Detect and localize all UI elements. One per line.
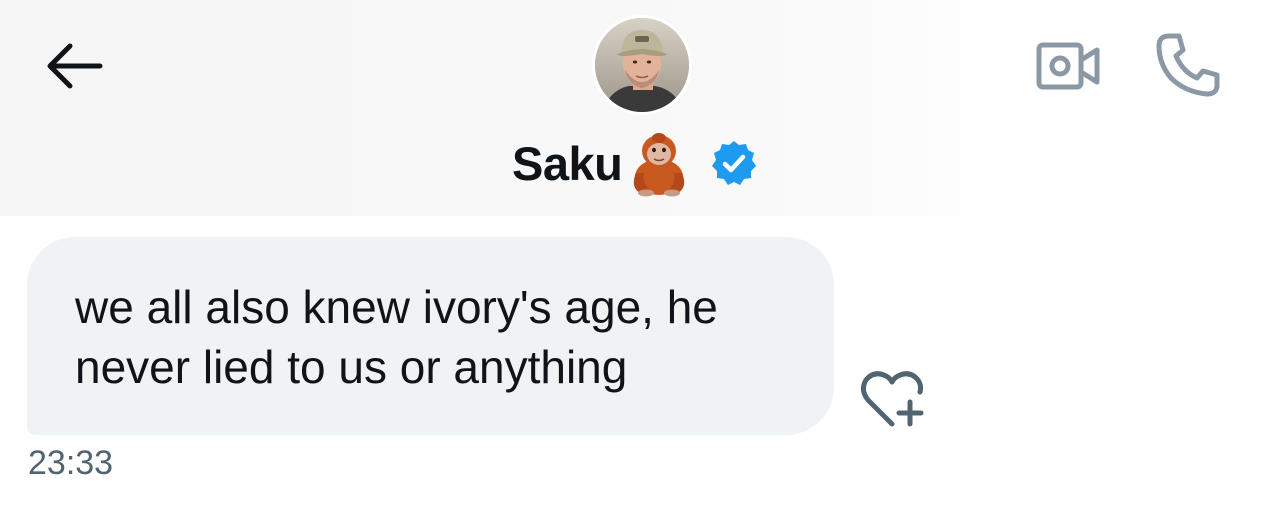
dm-conversation-screen: Saku we all also knew ivory's age, he ne…	[0, 0, 1284, 531]
arrow-left-icon	[47, 43, 103, 89]
back-button[interactable]	[40, 40, 106, 94]
contact-name: Saku	[512, 136, 623, 190]
orangutan-emoji	[634, 133, 685, 197]
verified-badge-icon	[712, 141, 757, 185]
avatar[interactable]	[592, 15, 692, 115]
video-call-button[interactable]	[1034, 38, 1102, 94]
profile-photo	[595, 18, 689, 112]
phone-icon	[1156, 33, 1220, 97]
conversation-header: Saku	[0, 0, 1284, 216]
contact-name-row[interactable]: Saku	[512, 128, 758, 198]
add-reaction-button[interactable]	[858, 368, 930, 430]
voice-call-button[interactable]	[1153, 30, 1223, 100]
video-camera-icon	[1036, 42, 1100, 90]
message-bubble[interactable]: we all also knew ivory's age, he never l…	[27, 237, 834, 435]
message-timestamp: 23:33	[28, 444, 114, 482]
heart-plus-icon	[860, 371, 924, 427]
message-text: we all also knew ivory's age, he never l…	[75, 281, 718, 393]
